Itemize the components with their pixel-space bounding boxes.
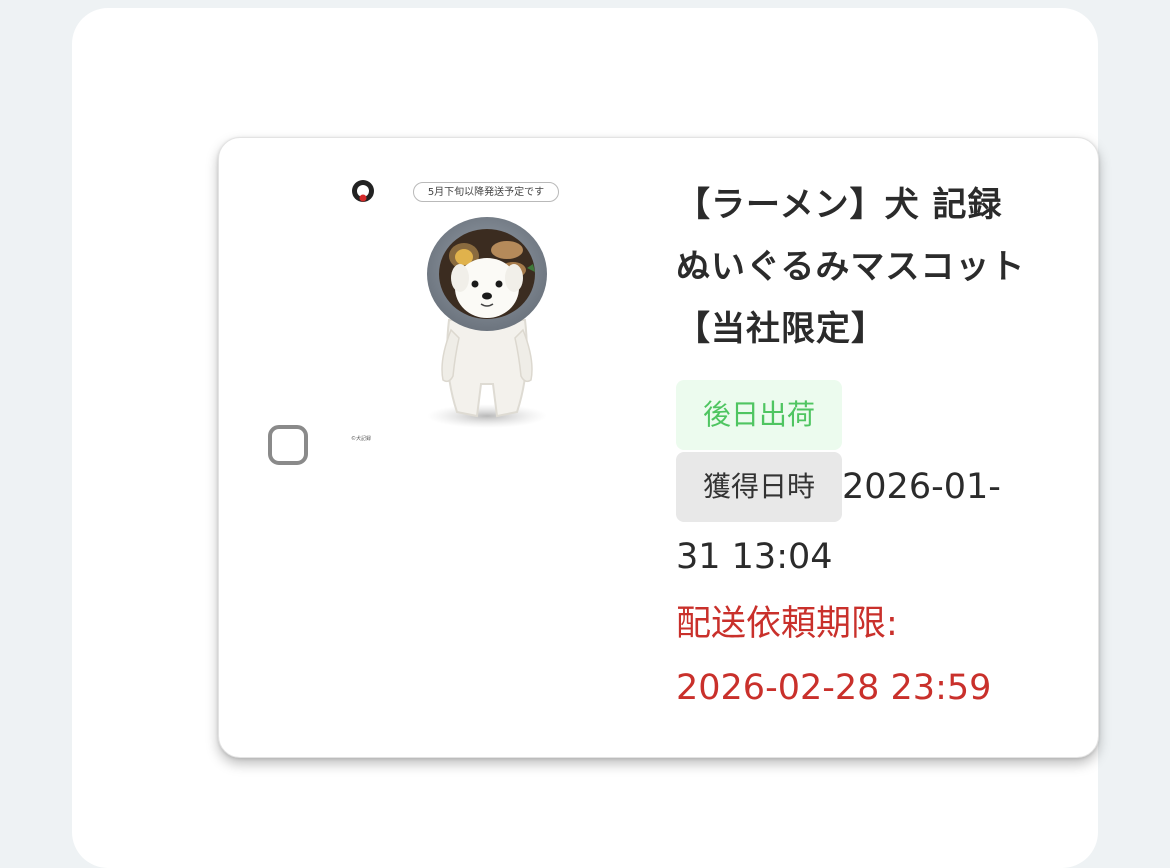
ship-status-badge: 後日出荷: [676, 380, 843, 450]
item-info: 【ラーメン】犬 記録 ぬいぐるみマスコット【当社限定】 後日出荷 獲得日時 202…: [676, 174, 1076, 720]
item-card[interactable]: 5月下旬以降発送予定です ©犬記録 【ラーメン】犬 記録 ぬいぐるみマスコット【…: [218, 137, 1099, 758]
acquired-datetime: 獲得日時 2026-01-31 13:04: [676, 452, 1006, 592]
shipping-note-label: 5月下旬以降発送予定です: [413, 182, 559, 202]
item-title: 【ラーメン】犬 記録 ぬいぐるみマスコット【当社限定】: [676, 185, 1038, 349]
select-checkbox[interactable]: [268, 425, 308, 465]
plush-mascot-image: [352, 180, 547, 428]
deadline-value: 2026-02-28 23:59: [676, 668, 992, 708]
content-panel: 5月下旬以降発送予定です ©犬記録 【ラーメン】犬 記録 ぬいぐるみマスコット【…: [72, 8, 1099, 868]
copyright-label: ©犬記録: [351, 436, 372, 442]
acquired-label: 獲得日時: [676, 452, 843, 522]
brand-logo-icon: [352, 180, 374, 202]
deadline-label: 配送依頼期限:: [676, 604, 898, 644]
product-image: 5月下旬以降発送予定です ©犬記録: [347, 170, 667, 480]
delivery-deadline: 配送依頼期限: 2026-02-28 23:59: [676, 592, 1076, 720]
